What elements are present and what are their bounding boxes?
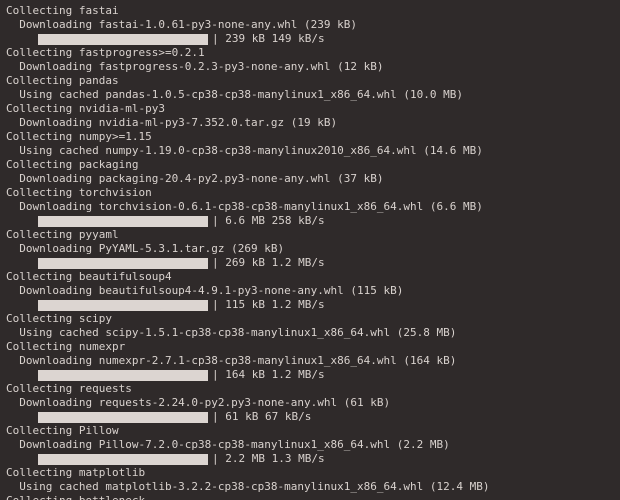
progress-bar: [38, 34, 208, 45]
collecting-line: Collecting Pillow: [6, 424, 614, 438]
collecting-line: Collecting bottleneck: [6, 494, 614, 500]
collecting-line: Collecting torchvision: [6, 186, 614, 200]
progress-bar: [38, 370, 208, 381]
collecting-line: Collecting numpy>=1.15: [6, 130, 614, 144]
terminal-output: Collecting fastai Downloading fastai-1.0…: [0, 0, 620, 500]
progress-bar: [38, 300, 208, 311]
progress-bar-fill: [38, 454, 208, 465]
progress-line: | 269 kB 1.2 MB/s: [6, 256, 614, 270]
progress-bar: [38, 454, 208, 465]
progress-line: | 115 kB 1.2 MB/s: [6, 298, 614, 312]
collecting-line: Collecting beautifulsoup4: [6, 270, 614, 284]
download-line: Downloading fastai-1.0.61-py3-none-any.w…: [6, 18, 614, 32]
collecting-line: Collecting fastprogress>=0.2.1: [6, 46, 614, 60]
collecting-line: Collecting pyyaml: [6, 228, 614, 242]
collecting-line: Collecting numexpr: [6, 340, 614, 354]
progress-stats: | 61 kB 67 kB/s: [212, 410, 311, 424]
progress-line: | 239 kB 149 kB/s: [6, 32, 614, 46]
collecting-line: Collecting nvidia-ml-py3: [6, 102, 614, 116]
indent: [6, 298, 38, 312]
indent: [6, 410, 38, 424]
download-line: Using cached numpy-1.19.0-cp38-cp38-many…: [6, 144, 614, 158]
download-line: Downloading PyYAML-5.3.1.tar.gz (269 kB): [6, 242, 614, 256]
progress-stats: | 269 kB 1.2 MB/s: [212, 256, 325, 270]
progress-stats: | 6.6 MB 258 kB/s: [212, 214, 325, 228]
collecting-line: Collecting scipy: [6, 312, 614, 326]
progress-bar-fill: [38, 300, 208, 311]
progress-line: | 164 kB 1.2 MB/s: [6, 368, 614, 382]
collecting-line: Collecting packaging: [6, 158, 614, 172]
progress-line: | 61 kB 67 kB/s: [6, 410, 614, 424]
download-line: Downloading requests-2.24.0-py2.py3-none…: [6, 396, 614, 410]
progress-stats: | 239 kB 149 kB/s: [212, 32, 325, 46]
download-line: Downloading Pillow-7.2.0-cp38-cp38-manyl…: [6, 438, 614, 452]
download-line: Downloading torchvision-0.6.1-cp38-cp38-…: [6, 200, 614, 214]
indent: [6, 256, 38, 270]
indent: [6, 32, 38, 46]
collecting-line: Collecting fastai: [6, 4, 614, 18]
progress-bar-fill: [38, 34, 208, 45]
download-line: Downloading fastprogress-0.2.3-py3-none-…: [6, 60, 614, 74]
progress-stats: | 115 kB 1.2 MB/s: [212, 298, 325, 312]
progress-line: | 6.6 MB 258 kB/s: [6, 214, 614, 228]
download-line: Using cached matplotlib-3.2.2-cp38-cp38-…: [6, 480, 614, 494]
progress-bar-fill: [38, 370, 208, 381]
download-line: Downloading nvidia-ml-py3-7.352.0.tar.gz…: [6, 116, 614, 130]
progress-bar: [38, 412, 208, 423]
download-line: Downloading numexpr-2.7.1-cp38-cp38-many…: [6, 354, 614, 368]
collecting-line: Collecting pandas: [6, 74, 614, 88]
download-line: Downloading packaging-20.4-py2.py3-none-…: [6, 172, 614, 186]
collecting-line: Collecting requests: [6, 382, 614, 396]
progress-stats: | 164 kB 1.2 MB/s: [212, 368, 325, 382]
indent: [6, 452, 38, 466]
indent: [6, 214, 38, 228]
progress-bar-fill: [38, 216, 208, 227]
progress-bar-fill: [38, 258, 208, 269]
download-line: Using cached pandas-1.0.5-cp38-cp38-many…: [6, 88, 614, 102]
download-line: Downloading beautifulsoup4-4.9.1-py3-non…: [6, 284, 614, 298]
progress-bar: [38, 258, 208, 269]
progress-stats: | 2.2 MB 1.3 MB/s: [212, 452, 325, 466]
progress-line: | 2.2 MB 1.3 MB/s: [6, 452, 614, 466]
download-line: Using cached scipy-1.5.1-cp38-cp38-manyl…: [6, 326, 614, 340]
collecting-line: Collecting matplotlib: [6, 466, 614, 480]
progress-bar: [38, 216, 208, 227]
indent: [6, 368, 38, 382]
progress-bar-fill: [38, 412, 208, 423]
